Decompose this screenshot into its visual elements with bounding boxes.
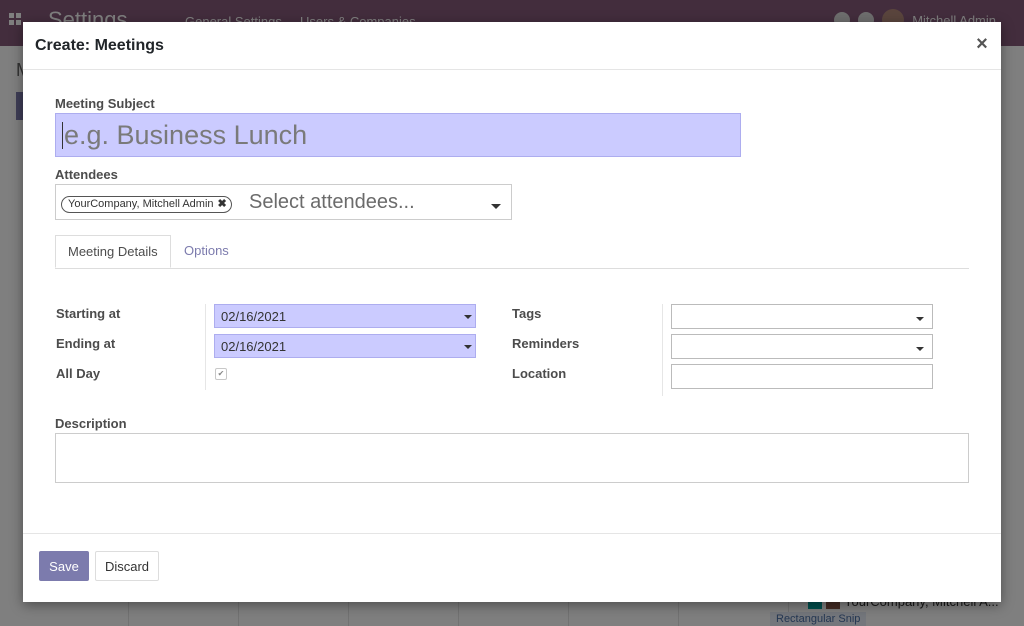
attendee-tag: YourCompany, Mitchell Admin ✖ [61, 196, 232, 213]
chevron-down-icon[interactable] [464, 345, 472, 349]
form-tabs: Meeting Details Options [55, 235, 969, 269]
chevron-down-icon[interactable] [916, 347, 924, 351]
location-label: Location [512, 366, 567, 381]
all-day-checkbox[interactable]: ✔ [215, 368, 227, 380]
meeting-subject-placeholder: e.g. Business Lunch [64, 120, 308, 150]
tab-options[interactable]: Options [172, 235, 241, 268]
starting-at-input[interactable]: 02/16/2021 [214, 304, 476, 328]
column-separator [205, 304, 206, 390]
ending-at-label: Ending at [56, 336, 116, 351]
dialog-header: Create: Meetings × [23, 22, 1001, 70]
chevron-down-icon[interactable] [464, 315, 472, 319]
column-separator [662, 304, 663, 396]
location-input[interactable] [671, 364, 933, 389]
all-day-label: All Day [56, 366, 101, 381]
chevron-down-icon[interactable] [491, 204, 501, 209]
save-button[interactable]: Save [39, 551, 89, 581]
tags-label: Tags [512, 306, 542, 321]
create-meeting-dialog: Create: Meetings × Meeting Subject e.g. … [23, 22, 1001, 602]
text-caret [62, 122, 63, 149]
attendees-placeholder: Select attendees... [249, 191, 415, 213]
starting-at-label: Starting at [56, 306, 121, 321]
dialog-title: Create: Meetings [35, 37, 164, 54]
meeting-subject-label: Meeting Subject [55, 96, 155, 111]
ending-at-input[interactable]: 02/16/2021 [214, 334, 476, 358]
ending-at-value: 02/16/2021 [221, 339, 287, 354]
remove-tag-icon[interactable]: ✖ [218, 197, 227, 212]
description-label: Description [55, 416, 127, 431]
meeting-subject-input[interactable]: e.g. Business Lunch [55, 113, 741, 157]
description-input[interactable] [55, 433, 969, 483]
discard-button[interactable]: Discard [95, 551, 159, 581]
attendees-label: Attendees [55, 167, 118, 182]
tab-meeting-details[interactable]: Meeting Details [55, 235, 171, 268]
reminders-input[interactable] [671, 334, 933, 359]
reminders-label: Reminders [512, 336, 580, 351]
attendee-tag-label: YourCompany, Mitchell Admin [68, 198, 214, 210]
close-icon[interactable]: × [973, 33, 991, 55]
dialog-footer: Save Discard [23, 533, 1001, 603]
tags-input[interactable] [671, 304, 933, 329]
chevron-down-icon[interactable] [916, 317, 924, 321]
attendees-field[interactable]: YourCompany, Mitchell Admin ✖ Select att… [55, 184, 512, 220]
starting-at-value: 02/16/2021 [221, 309, 287, 324]
